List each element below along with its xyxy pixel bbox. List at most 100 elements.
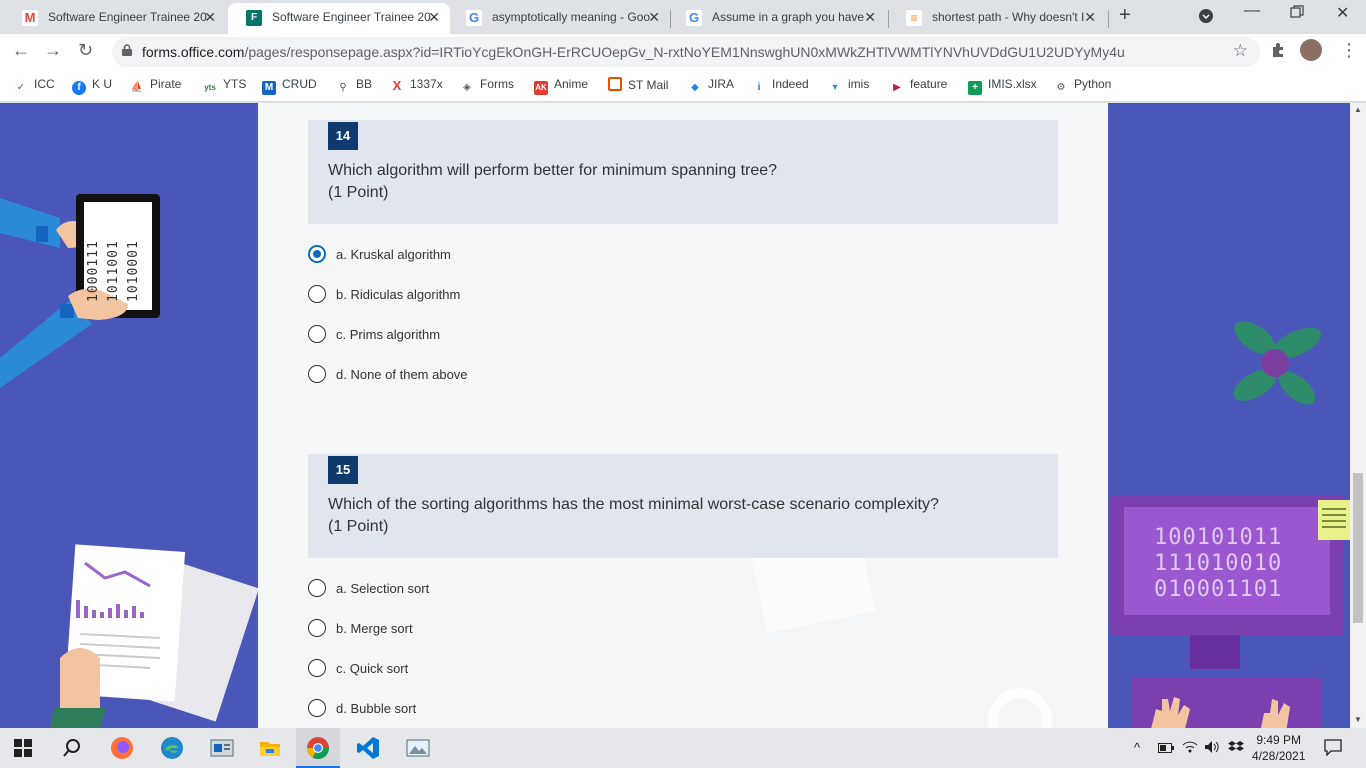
wifi-icon[interactable]: [1182, 740, 1198, 754]
bookmark-jira[interactable]: ◆ JIRA: [688, 77, 734, 95]
chrome-icon: [307, 737, 329, 759]
bookmark-1337x[interactable]: X 1337x: [390, 77, 443, 93]
sticky-note-illustration: [1318, 500, 1350, 540]
anime-icon: AK: [534, 81, 548, 95]
windows-start-icon[interactable]: [14, 739, 32, 757]
minimize-icon[interactable]: —: [1244, 2, 1260, 20]
option-kruskal[interactable]: a. Kruskal algorithm: [308, 243, 451, 265]
volume-icon[interactable]: [1204, 740, 1220, 754]
tab-google-2[interactable]: G Assume in a graph you have ✕: [668, 3, 886, 34]
option-merge-sort[interactable]: b. Merge sort: [308, 617, 413, 639]
tab-stackoverflow[interactable]: ≡ shortest path - Why doesn't I ✕: [888, 3, 1106, 34]
stackoverflow-icon: ≡: [906, 10, 922, 26]
profile-avatar[interactable]: [1300, 39, 1322, 61]
photos-icon[interactable]: [406, 736, 430, 760]
radio-button[interactable]: [308, 579, 326, 597]
option-label: b. Ridiculas algorithm: [336, 286, 461, 302]
file-explorer-icon[interactable]: [258, 736, 282, 760]
search-icon[interactable]: [62, 738, 82, 758]
firefox-icon[interactable]: [110, 736, 134, 760]
option-ridiculas[interactable]: b. Ridiculas algorithm: [308, 283, 460, 305]
close-icon[interactable]: ✕: [864, 3, 876, 31]
bookmark-star-icon[interactable]: ☆: [1233, 41, 1248, 61]
radio-button[interactable]: [308, 365, 326, 383]
close-icon[interactable]: ✕: [648, 3, 660, 31]
option-label: d. Bubble sort: [336, 700, 417, 716]
x-icon: X: [392, 78, 402, 93]
bookmark-label: K U: [92, 77, 113, 91]
option-prims[interactable]: c. Prims algorithm: [308, 323, 440, 345]
bookmark-icc[interactable]: ✓ ICC: [14, 77, 55, 95]
close-icon[interactable]: ✕: [204, 3, 216, 31]
bookmark-label: Python: [1074, 77, 1112, 91]
bookmark-pirate[interactable]: ⛵ Pirate: [130, 77, 182, 95]
page-scrollbar[interactable]: ▲ ▼: [1350, 103, 1366, 728]
scroll-thumb[interactable]: [1353, 473, 1363, 623]
radio-button[interactable]: [308, 619, 326, 637]
tab-gmail[interactable]: M Software Engineer Trainee 20 ✕: [4, 3, 226, 34]
tab-forms[interactable]: F Software Engineer Trainee 20 ✕: [228, 3, 450, 34]
bookmark-python[interactable]: ⚙ Python: [1054, 77, 1112, 95]
scroll-down-icon[interactable]: ▼: [1354, 715, 1362, 724]
monitor-stand: [1190, 635, 1240, 669]
binary-text: 1010001: [126, 240, 141, 302]
bookmark-label: JIRA: [708, 77, 735, 91]
clock-time: 9:49 PM: [1256, 733, 1302, 747]
bookmark-feature[interactable]: ▶ feature: [890, 77, 947, 95]
show-hidden-icons[interactable]: ^: [1134, 740, 1140, 755]
radio-button[interactable]: [308, 699, 326, 717]
close-window-icon[interactable]: ✕: [1336, 3, 1349, 23]
bookmark-label: Forms: [480, 77, 514, 91]
new-tab-icon[interactable]: +: [1119, 4, 1131, 27]
bookmark-indeed[interactable]: i Indeed: [752, 77, 809, 95]
radio-button[interactable]: [308, 325, 326, 343]
bookmark-forms[interactable]: ◈ Forms: [460, 77, 514, 95]
notifications-icon[interactable]: [1324, 738, 1342, 756]
option-none[interactable]: d. None of them above: [308, 363, 468, 385]
bookmark-anime[interactable]: AK Anime: [534, 77, 588, 95]
tab-strip: M Software Engineer Trainee 20 ✕ F Softw…: [0, 0, 1366, 34]
question-text: Which of the sorting algorithms has the …: [328, 496, 939, 513]
dropbox-icon[interactable]: [1228, 740, 1244, 754]
bookmark-ku[interactable]: fK U: [72, 77, 112, 95]
chrome-taskbar-button[interactable]: [296, 728, 340, 768]
option-selection-sort[interactable]: a. Selection sort: [308, 577, 429, 599]
bookmark-st-mail[interactable]: ST Mail: [608, 77, 668, 92]
maximize-icon[interactable]: [1290, 5, 1304, 24]
reload-icon[interactable]: ↻: [78, 40, 93, 61]
radio-button[interactable]: [308, 245, 326, 263]
back-icon[interactable]: ←: [12, 40, 30, 61]
lock-icon: [122, 44, 132, 56]
bookmark-yts[interactable]: yts YTS: [203, 77, 246, 95]
edge-icon[interactable]: [160, 736, 184, 760]
radio-button[interactable]: [308, 659, 326, 677]
bookmark-bb[interactable]: ⚲ BB: [336, 77, 372, 95]
bookmark-imis[interactable]: ▾ imis: [828, 77, 869, 95]
system-clock[interactable]: 9:49 PM 4/28/2021: [1252, 732, 1305, 764]
tab-search-icon[interactable]: [1198, 8, 1214, 29]
vscode-icon[interactable]: [356, 736, 380, 760]
bookmark-crud[interactable]: M CRUD: [262, 77, 317, 95]
address-bar[interactable]: forms.office.com/pages/responsepage.aspx…: [112, 37, 1260, 67]
radio-button[interactable]: [308, 285, 326, 303]
option-bubble-sort[interactable]: d. Bubble sort: [308, 697, 416, 719]
forms-icon: F: [246, 10, 262, 26]
close-icon[interactable]: ✕: [1084, 3, 1096, 31]
close-icon[interactable]: ✕: [428, 3, 440, 31]
question-header: 14 Which algorithm will perform better f…: [308, 120, 1058, 224]
forward-icon[interactable]: →: [44, 40, 62, 61]
leaf-illustration: [1233, 321, 1322, 405]
tablet-binary: 1000111 1011001 1010001: [86, 206, 150, 312]
scroll-up-icon[interactable]: ▲: [1354, 105, 1362, 114]
menu-icon[interactable]: ⋮: [1340, 40, 1358, 61]
app-window-icon[interactable]: [210, 736, 234, 760]
question-points: (1 Point): [328, 184, 389, 201]
extensions-icon[interactable]: [1270, 42, 1286, 63]
battery-icon[interactable]: [1158, 742, 1174, 754]
tab-google-1[interactable]: G asymptotically meaning - Goo ✕: [448, 3, 670, 34]
ship-icon: ⛵: [130, 82, 144, 93]
option-quick-sort[interactable]: c. Quick sort: [308, 657, 408, 679]
bookmark-label: feature: [910, 77, 948, 91]
yts-icon: yts: [204, 83, 216, 92]
bookmark-imis-xlsx[interactable]: + IMIS.xlsx: [968, 77, 1037, 95]
